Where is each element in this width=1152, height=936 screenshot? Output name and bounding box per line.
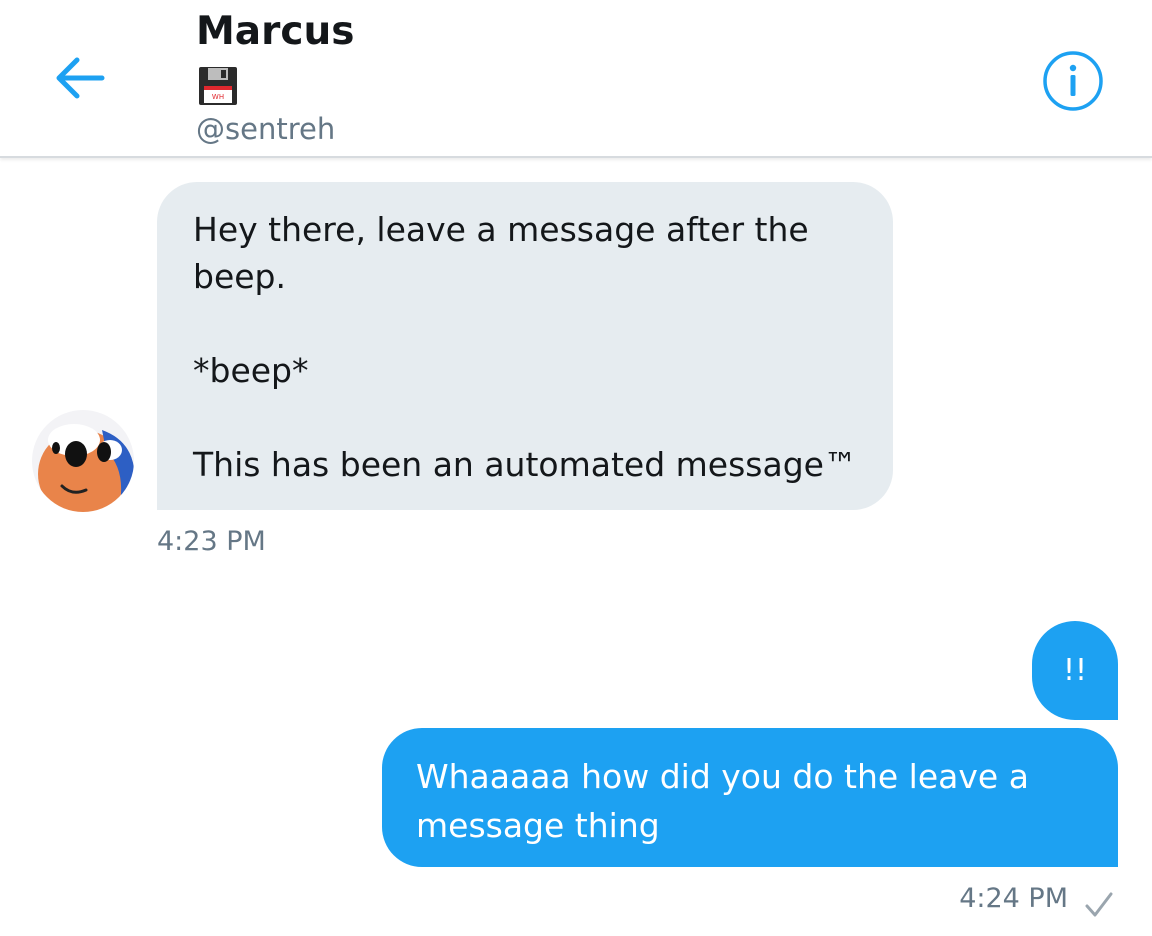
outgoing-message-bubble[interactable]: Whaaaaa how did you do the leave a messa…: [382, 728, 1118, 867]
floppy-label: WH: [212, 93, 224, 101]
info-icon: [1043, 51, 1103, 111]
avatar-image: [32, 410, 134, 512]
outgoing-message-bubble[interactable]: !!: [1032, 621, 1118, 720]
info-button[interactable]: [1042, 50, 1104, 112]
arrow-left-icon: [56, 57, 105, 99]
page-title: Marcus: [196, 9, 355, 54]
message-timestamp: 4:23 PM: [157, 526, 266, 557]
back-button[interactable]: [50, 50, 110, 106]
user-handle: @sentreh: [196, 112, 336, 146]
incoming-message-bubble[interactable]: Hey there, leave a message after the bee…: [157, 182, 893, 510]
conversation-title-block: Marcus WH @sentreh: [196, 8, 355, 146]
floppy-disk-icon: WH: [199, 67, 237, 105]
message-timestamp: 4:24 PM: [959, 883, 1068, 914]
checkmark-icon: [1085, 892, 1113, 917]
conversation-header: Marcus WH @sentreh: [0, 0, 1152, 158]
avatar[interactable]: [32, 410, 134, 512]
